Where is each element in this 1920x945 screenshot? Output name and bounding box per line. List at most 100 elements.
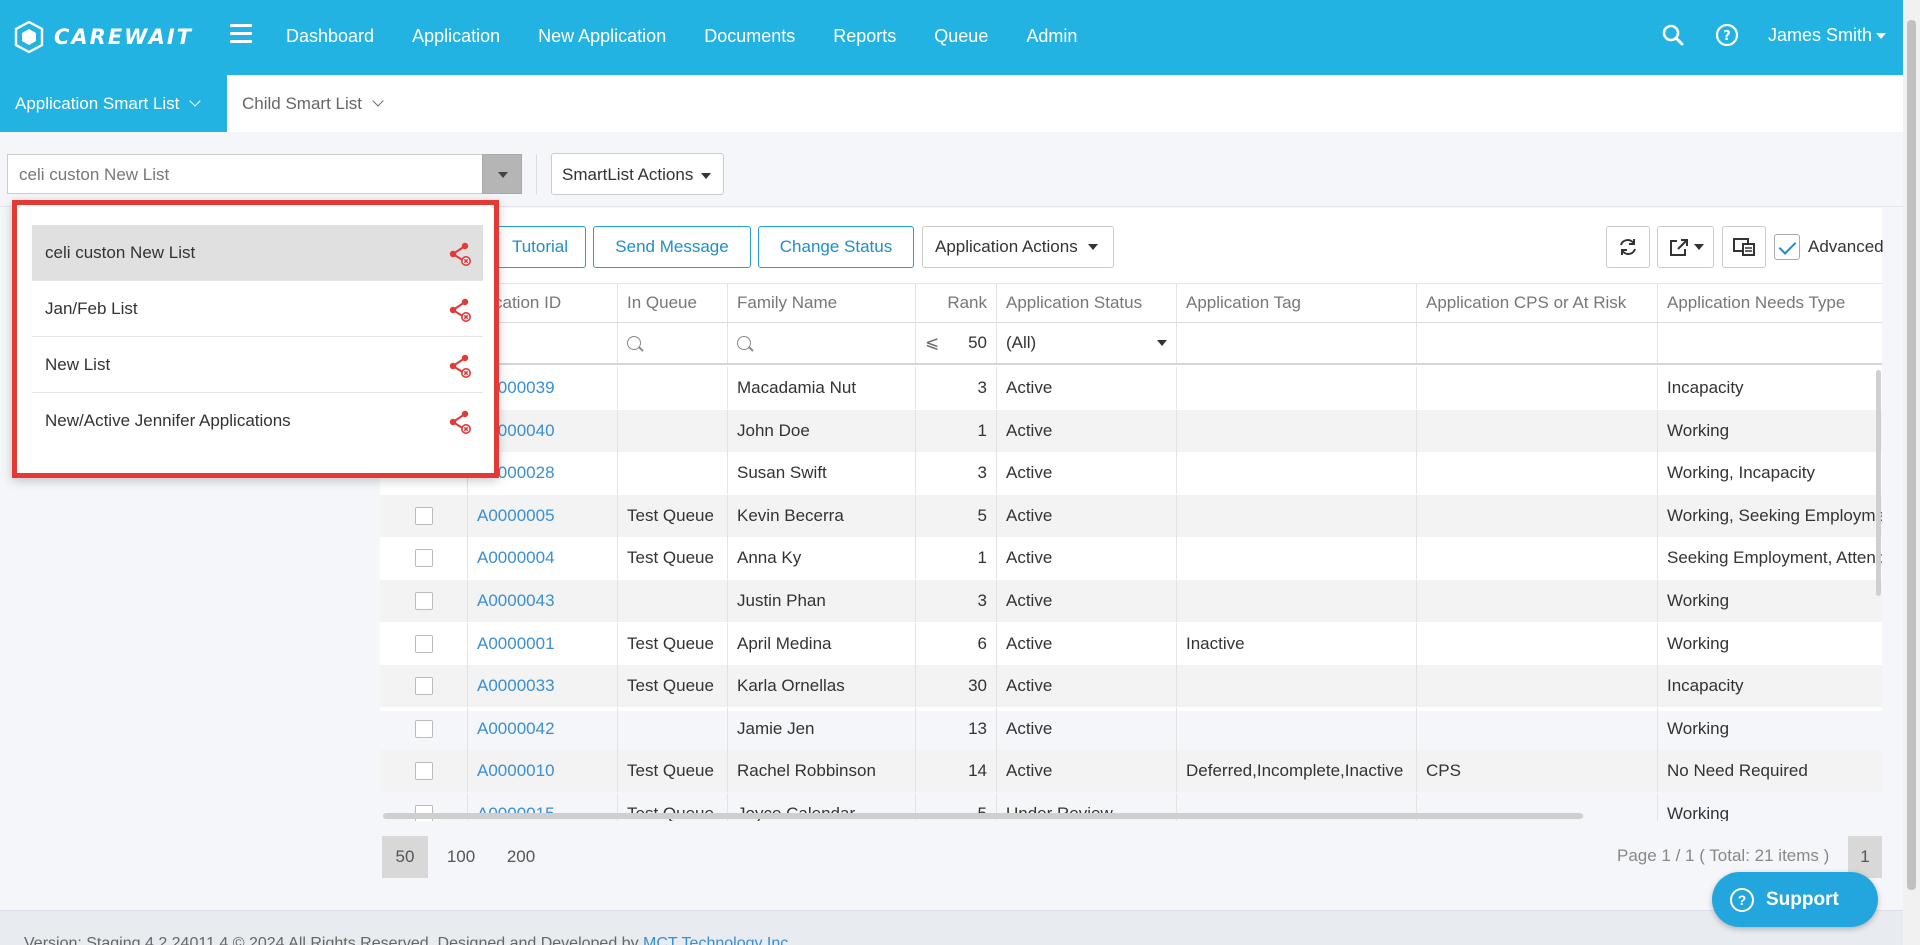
table-row[interactable]: A0000001 Test Queue April Medina 6 Active Ina…: [380, 622, 1882, 665]
table-row[interactable]: A0000004 Test Queue Anna Ky 1 Active Seeking …: [380, 537, 1882, 580]
filter-cps-at-risk[interactable]: [1417, 323, 1658, 363]
share-icon[interactable]: [447, 353, 473, 379]
nav-new-application[interactable]: New Application: [538, 26, 666, 47]
table-row[interactable]: A0000005 Test Queue Kevin Becerra 5 Active Wo…: [380, 494, 1882, 537]
row-checkbox[interactable]: [414, 592, 433, 610]
cell-application-id[interactable]: A0000010: [468, 750, 618, 793]
cell-status: Active: [997, 452, 1177, 495]
page-scrollbar[interactable]: [1903, 0, 1920, 945]
header-application-status[interactable]: Application Status: [997, 284, 1177, 322]
table-row[interactable]: A0000028 Susan Swift 3 Active Working, Incap…: [380, 452, 1882, 495]
cell-needs-type: Working: [1667, 718, 1730, 738]
row-checkbox[interactable]: [414, 549, 433, 568]
cell-application-id[interactable]: A0000043: [468, 580, 618, 622]
header-rank[interactable]: Rank: [916, 284, 997, 322]
page-size-100[interactable]: 100: [438, 836, 484, 878]
cell-application-id[interactable]: A0000033: [468, 665, 618, 708]
table-row[interactable]: A0000010 Test Queue Rachel Robbinson 14 Acti…: [380, 750, 1882, 793]
dropdown-option[interactable]: New/Active Jennifer Applications: [32, 393, 483, 449]
nav-documents[interactable]: Documents: [704, 26, 795, 47]
grid-header-row: plication ID In Queue Family Name Rank A…: [380, 283, 1882, 323]
share-icon[interactable]: [447, 297, 473, 323]
dropdown-option[interactable]: New List: [32, 337, 483, 393]
cell-cps: [1417, 367, 1658, 409]
cell-status: Active: [997, 409, 1177, 452]
search-icon[interactable]: [1660, 22, 1686, 48]
cell-application-id[interactable]: A0000042: [468, 707, 618, 750]
filter-needs-type[interactable]: [1658, 323, 1882, 363]
filter-application-tag[interactable]: [1177, 323, 1417, 363]
support-button[interactable]: ? Support: [1712, 872, 1878, 927]
row-checkbox[interactable]: [414, 506, 433, 525]
cell-needs-type: Working, Incapacity: [1667, 463, 1816, 483]
footer-company-link[interactable]: MCT Technology Inc: [643, 935, 788, 945]
row-checkbox[interactable]: [414, 762, 433, 781]
chevron-down-icon: [189, 95, 202, 107]
cell-in-queue: Test Queue: [618, 665, 728, 708]
filter-status-select[interactable]: (All): [997, 323, 1177, 363]
nav-application[interactable]: Application: [412, 26, 500, 47]
carewait-logo[interactable]: CAREWAIT: [12, 20, 193, 54]
row-checkbox[interactable]: [414, 634, 433, 653]
change-status-button[interactable]: Change Status: [758, 226, 914, 268]
nav-queue[interactable]: Queue: [934, 26, 988, 47]
filter-rank[interactable]: ⩽ 50: [916, 323, 997, 363]
page-size-200[interactable]: 200: [496, 836, 546, 878]
send-message-button[interactable]: Send Message: [593, 226, 751, 268]
smartlist-actions-button[interactable]: SmartList Actions: [551, 153, 724, 195]
page-scrollbar-thumb[interactable]: [1907, 20, 1916, 890]
cell-in-queue: Test Queue: [618, 537, 728, 580]
nav-reports[interactable]: Reports: [833, 26, 896, 47]
dropdown-toggle-button[interactable]: [482, 154, 522, 194]
tab-child-smart-list[interactable]: Child Smart List: [227, 75, 397, 132]
column-chooser-button[interactable]: [1722, 226, 1766, 268]
grid-filter-row: ⩽ 50 (All): [380, 323, 1882, 365]
table-row[interactable]: A0000033 Test Queue Karla Ornellas 30 Active…: [380, 665, 1882, 708]
refresh-button[interactable]: [1606, 226, 1650, 268]
share-icon[interactable]: [447, 241, 473, 267]
cell-application-id[interactable]: A0000004: [468, 537, 618, 580]
dropdown-option[interactable]: celi custon New List: [32, 225, 483, 281]
page-size-50[interactable]: 50: [382, 836, 428, 878]
tab-application-smart-list[interactable]: Application Smart List: [0, 75, 227, 132]
tab-label: Application Smart List: [15, 93, 180, 113]
advanced-toggle[interactable]: Advanced: [1774, 234, 1884, 260]
grid-horizontal-scrollbar[interactable]: [383, 813, 1583, 819]
share-icon[interactable]: [447, 409, 473, 435]
nav-dashboard[interactable]: Dashboard: [286, 26, 374, 47]
header-cps-at-risk[interactable]: Application CPS or At Risk: [1417, 284, 1658, 322]
smart-list-select[interactable]: celi custon New List: [7, 154, 522, 194]
user-menu[interactable]: James Smith: [1768, 25, 1886, 46]
table-row[interactable]: A0000042 Jamie Jen 13 Active Working: [380, 707, 1882, 750]
cell-application-id[interactable]: A0000005: [468, 494, 618, 537]
header-in-queue[interactable]: In Queue: [618, 284, 728, 322]
nav-admin[interactable]: Admin: [1026, 26, 1077, 47]
change-status-label: Change Status: [779, 237, 893, 256]
cell-select: [380, 494, 468, 537]
help-circle-icon: ?: [1730, 887, 1754, 912]
grid-vertical-scrollbar[interactable]: [1876, 370, 1881, 596]
cell-select: [380, 537, 468, 580]
dropdown-option[interactable]: Jan/Feb List: [32, 281, 483, 337]
export-button[interactable]: [1657, 226, 1714, 268]
filter-status-value: (All): [1006, 333, 1037, 352]
advanced-checkbox[interactable]: [1774, 234, 1800, 260]
header-family-name[interactable]: Family Name: [728, 284, 916, 322]
row-checkbox[interactable]: [414, 677, 433, 696]
filter-family-name[interactable]: [728, 323, 916, 363]
table-row[interactable]: A0000043 Justin Phan 3 Active Working: [380, 580, 1882, 622]
filter-rank-value[interactable]: 50: [968, 333, 987, 353]
filter-operator-icon[interactable]: ⩽: [925, 333, 939, 353]
dropdown-option-label: celi custon New List: [45, 242, 196, 262]
cell-application-id[interactable]: A0000001: [468, 622, 618, 665]
header-needs-type[interactable]: Application Needs Type: [1658, 284, 1882, 322]
row-checkbox[interactable]: [414, 719, 433, 738]
header-application-tag[interactable]: Application Tag: [1177, 284, 1417, 322]
table-row[interactable]: A0000039 Macadamia Nut 3 Active Incapacity: [380, 367, 1882, 409]
help-icon[interactable]: ?: [1714, 22, 1740, 48]
application-actions-button[interactable]: Application Actions: [922, 226, 1114, 268]
menu-toggle-icon[interactable]: [230, 24, 252, 46]
table-row[interactable]: A0000040 John Doe 1 Active Working: [380, 409, 1882, 452]
filter-in-queue[interactable]: [618, 323, 728, 363]
cell-in-queue: Test Queue: [618, 622, 728, 665]
